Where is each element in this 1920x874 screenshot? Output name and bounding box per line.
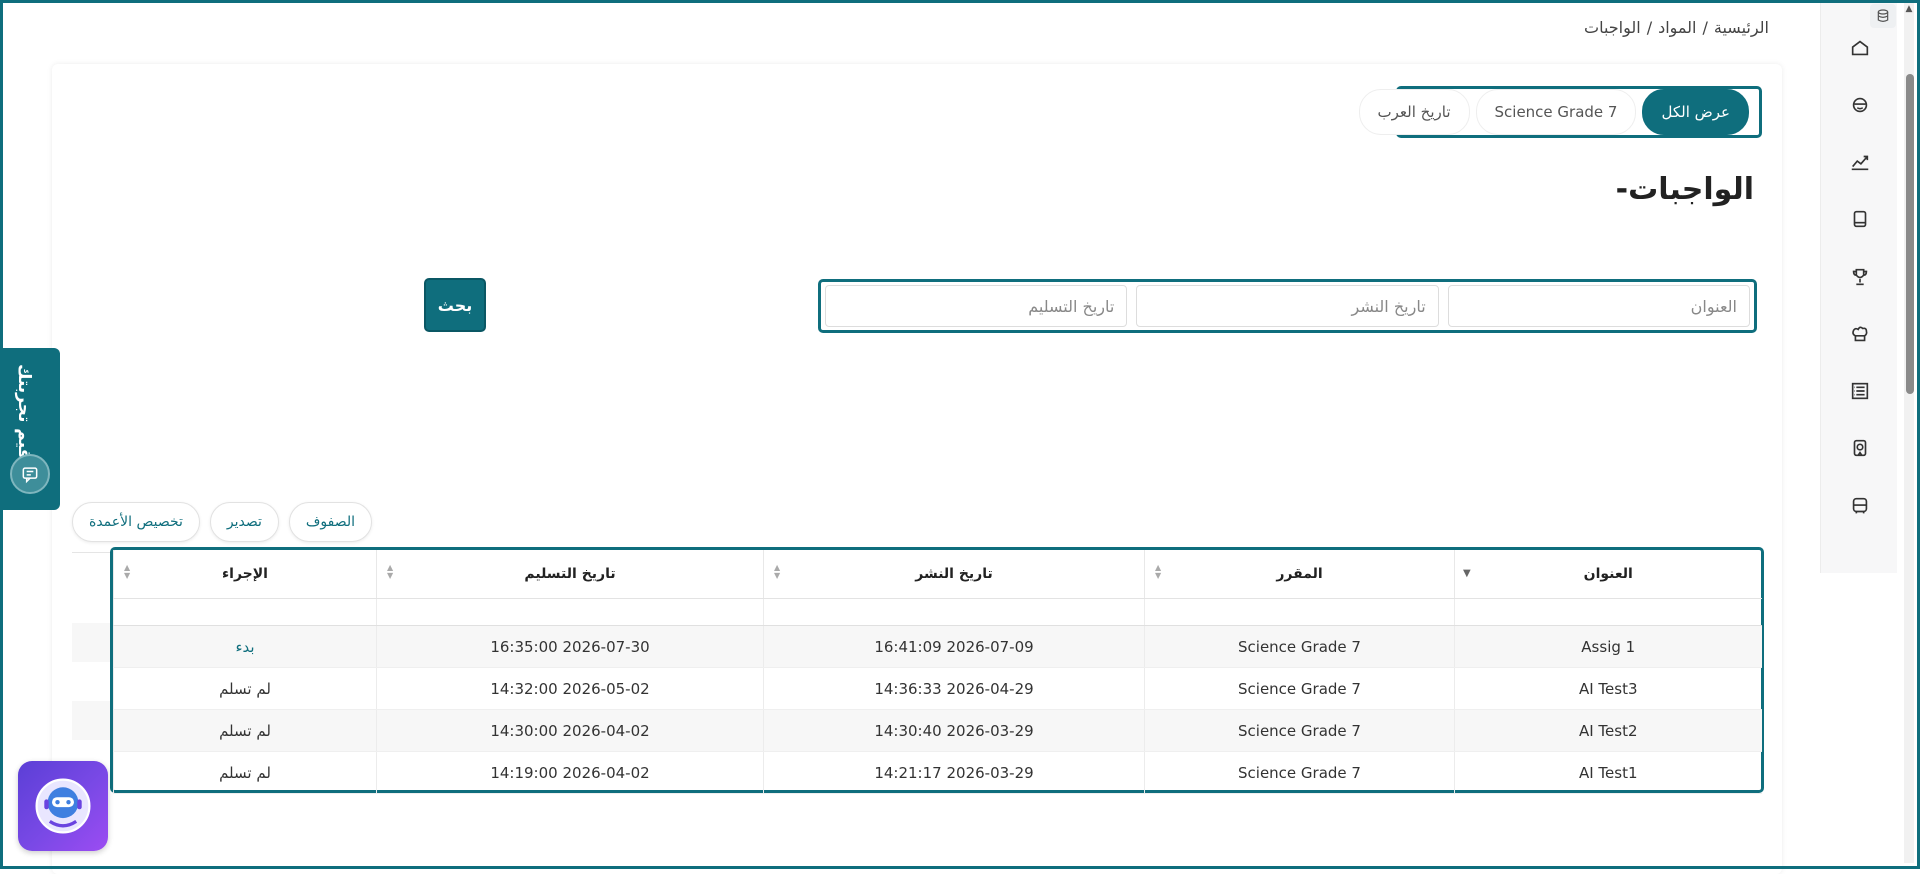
header-due-date[interactable]: تاريخ التسليم ▲ ▼ [376,550,764,599]
title-filter-input[interactable] [1447,285,1750,327]
scrollbar-thumb[interactable] [1906,74,1914,394]
table-row[interactable]: AI Test2 Science Grade 7 2026-03-29 14:3… [113,709,1762,752]
cell-title: AI Test3 [1454,667,1762,710]
breadcrumb-home[interactable]: الرئيسية [1714,18,1769,37]
cell-status: لم تسلم [113,709,377,752]
feedback-label: قيم تجربتك [14,364,34,460]
cell-title: AI Test2 [1454,709,1762,752]
export-button[interactable]: تصدير [209,502,279,542]
table-spacer-row [113,598,1762,626]
cell-status: لم تسلم [113,751,377,794]
filter-bar [818,279,1757,333]
table-row[interactable]: AI Test3 Science Grade 7 2026-04-29 14:3… [113,667,1762,710]
cell-title: AI Test1 [1454,751,1762,794]
header-course[interactable]: المقرر ▲ ▼ [1144,550,1455,599]
bus-icon[interactable] [1845,491,1875,521]
header-title[interactable]: العنوان ▼ [1454,550,1762,599]
row-extension [72,623,110,662]
cell-published: 2026-04-29 14:36:33 [763,667,1145,710]
breadcrumb-separator: / [1646,18,1653,37]
cell-course: Science Grade 7 [1144,625,1455,668]
student-icon[interactable] [1845,90,1875,120]
cell-course: Science Grade 7 [1144,667,1455,710]
table-toolbar: الصفوف تصدير تخصيص الأعمدة [72,502,373,542]
cell-published: 2026-03-29 14:30:40 [763,709,1145,752]
cell-status: لم تسلم [113,667,377,710]
header-action[interactable]: الإجراء ▲ ▼ [113,550,377,599]
sort-icon[interactable]: ▲ ▼ [1155,564,1161,580]
header-publish-date[interactable]: تاريخ النشر ▲ ▼ [763,550,1145,599]
breadcrumb-materials[interactable]: المواد [1658,18,1696,37]
cell-due: 2026-04-02 14:19:00 [376,751,764,794]
table-row[interactable]: Assig 1 Science Grade 7 2026-07-09 16:41… [113,625,1762,668]
publish-date-filter-input[interactable] [1136,285,1439,327]
start-assignment-link[interactable]: بدء [113,625,377,668]
breadcrumb-separator: / [1702,18,1708,37]
list-icon[interactable] [1845,376,1875,406]
scroll-up-icon[interactable]: ▲ [1903,4,1915,14]
cell-title: Assig 1 [1454,625,1762,668]
cell-published: 2026-03-29 14:21:17 [763,751,1145,794]
analytics-icon[interactable] [1845,147,1875,177]
icon-sidebar [1820,3,1897,573]
due-date-filter-input[interactable] [825,285,1128,327]
cell-published: 2026-07-09 16:41:09 [763,625,1145,668]
tab-arab-history[interactable]: تاريخ العرب [1358,89,1470,135]
assistant-bot-icon[interactable] [18,761,108,851]
cell-due: 2026-07-30 16:35:00 [376,625,764,668]
tab-science-grade-7[interactable]: Science Grade 7 [1475,89,1637,135]
collapse-chevron-icon[interactable]: ▼ [1463,568,1471,579]
book-icon[interactable] [1845,204,1875,234]
feedback-icon[interactable] [10,454,50,494]
breadcrumb: الرئيسية / المواد / الواجبات [1581,18,1772,37]
database-icon[interactable] [1870,4,1896,28]
home-icon[interactable] [1845,33,1875,63]
cell-course: Science Grade 7 [1144,709,1455,752]
tab-show-all[interactable]: عرض الكل [1642,89,1749,135]
certificate-icon[interactable] [1845,433,1875,463]
trophy-icon[interactable] [1845,262,1875,292]
table-row[interactable]: AI Test1 Science Grade 7 2026-03-29 14:2… [113,751,1762,794]
breadcrumb-current: الواجبات [1584,18,1641,37]
cell-due: 2026-05-02 14:32:00 [376,667,764,710]
sort-icon[interactable]: ▲ ▼ [774,564,780,580]
rows-button[interactable]: الصفوف [288,502,373,542]
cell-due: 2026-04-02 14:30:00 [376,709,764,752]
course-filter-tabs: عرض الكل Science Grade 7 تاريخ العرب [1358,86,1762,138]
search-button[interactable]: بحث [424,278,486,332]
cell-course: Science Grade 7 [1144,751,1455,794]
chef-hat-icon[interactable] [1845,319,1875,349]
feedback-tab[interactable]: قيم تجربتك [0,348,60,510]
page-title: الواجبات- [1615,172,1754,207]
sort-icon[interactable]: ▲ ▼ [124,564,130,580]
row-extension [72,701,110,740]
customize-columns-button[interactable]: تخصيص الأعمدة [72,502,200,542]
assignments-table: العنوان ▼ المقرر ▲ ▼ تاريخ النشر ▲ ▼ تاريخ ال… [110,547,1764,794]
sort-icon[interactable]: ▲ ▼ [387,564,393,580]
